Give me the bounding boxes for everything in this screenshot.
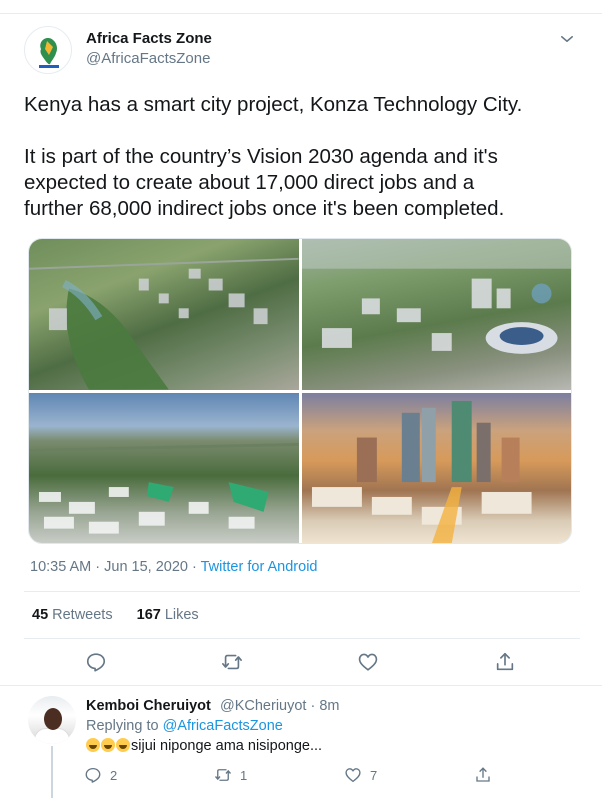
reply-icon	[85, 767, 101, 783]
retweet-icon[interactable]	[221, 651, 243, 673]
tweet-text-line: further 68,000 indirect jobs once it's b…	[24, 197, 505, 220]
reply-text: sijui niponge ama nisiponge...	[86, 738, 322, 754]
laughing-emoji-icon	[101, 738, 115, 752]
reply-author-handle[interactable]: @KCheriuyot	[220, 698, 306, 714]
tweet-text: Kenya has a smart city project, Konza Te…	[24, 92, 584, 222]
share-icon	[476, 767, 490, 782]
reply-retweet-count: 1	[240, 767, 248, 783]
replying-to-prefix: Replying to	[86, 718, 159, 734]
replying-to-link[interactable]: @AfricaFactsZone	[163, 718, 283, 734]
media-image[interactable]	[29, 239, 299, 390]
meta-separator: ·	[188, 559, 201, 575]
reply-author-name[interactable]: Kemboi Cheruiyot	[86, 698, 211, 714]
tweet-timestamp[interactable]: 10:35 AM · Jun 15, 2020	[30, 559, 188, 575]
laughing-emoji-icon	[116, 738, 130, 752]
likes-label: Likes	[164, 607, 199, 623]
reply-avatar[interactable]	[28, 696, 76, 744]
share-icon[interactable]	[494, 651, 516, 673]
divider	[24, 591, 580, 592]
divider	[0, 685, 602, 686]
tweet-actions	[0, 651, 602, 675]
reply-like-button[interactable]: 7	[344, 766, 377, 784]
author-avatar[interactable]	[24, 26, 72, 74]
author-name[interactable]: Africa Facts Zone	[86, 30, 212, 47]
heart-icon	[345, 768, 361, 783]
tweet-text-line: It is part of the country’s Vision 2030 …	[24, 145, 498, 168]
divider	[24, 638, 580, 639]
reply-retweet-button[interactable]: 1	[214, 766, 247, 784]
tweet-header: Africa Facts Zone @AfricaFactsZone	[24, 24, 582, 76]
tweet-meta: 10:35 AM · Jun 15, 2020 · Twitter for An…	[30, 559, 317, 575]
chevron-down-icon[interactable]	[558, 30, 576, 48]
reply-author-meta: @KCheriuyot · 8m	[220, 698, 339, 714]
top-divider	[0, 0, 602, 14]
retweets-stat[interactable]: 45 Retweets	[32, 607, 113, 623]
tweet-stats: 45 Retweets 167 Likes	[32, 607, 219, 623]
reply-reply-count: 2	[110, 767, 118, 783]
likes-stat[interactable]: 167 Likes	[137, 607, 199, 623]
reply-reply-button[interactable]: 2	[84, 766, 117, 784]
tweet-text-line: Kenya has a smart city project, Konza Te…	[24, 93, 523, 116]
author-handle[interactable]: @AfricaFactsZone	[86, 50, 210, 67]
reply-time[interactable]: · 8m	[310, 698, 339, 714]
heart-icon[interactable]	[357, 651, 379, 673]
tweet-source-link[interactable]: Twitter for Android	[201, 559, 318, 575]
tweet-text-line: expected to create about 17,000 direct j…	[24, 171, 475, 194]
reply-icon[interactable]	[85, 651, 107, 673]
reply-tweet[interactable]: Kemboi Cheruiyot @KCheriuyot · 8m Replyi…	[0, 688, 602, 800]
reply-share-button[interactable]	[474, 766, 492, 784]
reply-like-count: 7	[370, 767, 378, 783]
retweets-count: 45	[32, 607, 49, 623]
media-image[interactable]	[301, 392, 571, 543]
media-grid	[28, 238, 572, 544]
retweet-icon	[214, 769, 232, 781]
retweets-label: Retweets	[52, 607, 113, 623]
likes-count: 167	[136, 607, 161, 623]
reply-text-body: sijui niponge ama nisiponge...	[131, 738, 323, 754]
laughing-emoji-icon	[86, 738, 100, 752]
media-image[interactable]	[301, 239, 571, 390]
media-image[interactable]	[29, 392, 299, 543]
replying-to: Replying to @AfricaFactsZone	[86, 718, 283, 734]
reply-actions: 2 1 7	[0, 766, 602, 786]
